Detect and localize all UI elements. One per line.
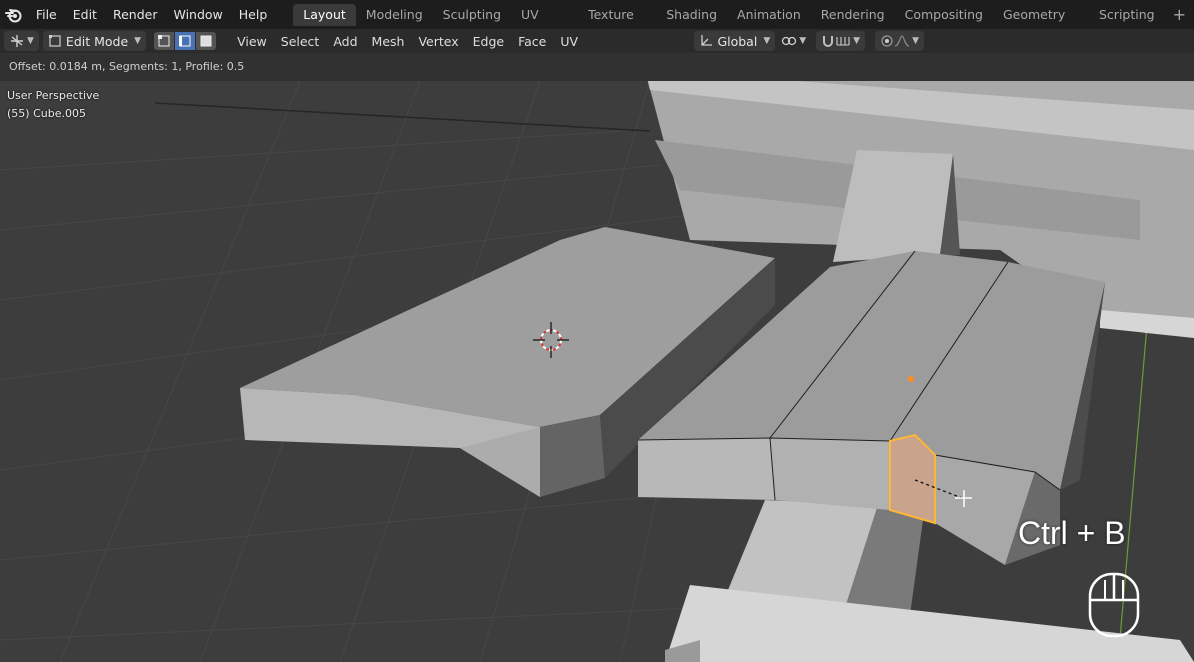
workspace-tabs: Layout Modeling Sculpting UV Editing Tex… bbox=[293, 3, 1194, 44]
mouse-icon bbox=[1088, 572, 1140, 638]
menu-vertex[interactable]: Vertex bbox=[411, 34, 465, 49]
menu-add[interactable]: Add bbox=[326, 34, 364, 49]
operator-info-text: Offset: 0.0184 m, Segments: 1, Profile: … bbox=[9, 60, 245, 73]
viewport-header: ▼ Edit Mode ▼ View Select Add Mesh Verte… bbox=[0, 29, 1194, 53]
shortcut-overlay: Ctrl + B bbox=[1018, 515, 1126, 551]
edge-select-icon bbox=[179, 35, 191, 47]
bevel-selected-face bbox=[889, 433, 936, 525]
transform-orientation-dropdown[interactable]: Global ▼ bbox=[694, 31, 776, 51]
tab-layout[interactable]: Layout bbox=[293, 3, 356, 26]
orientation-axes-icon bbox=[701, 35, 713, 46]
mode-label: Edit Mode bbox=[65, 33, 129, 49]
add-workspace-icon[interactable]: + bbox=[1165, 5, 1194, 24]
tab-uv-editing[interactable]: UV Editing bbox=[511, 4, 578, 44]
face-select-icon bbox=[200, 35, 212, 47]
falloff-curve-icon bbox=[894, 35, 910, 47]
chevron-down-icon: ▼ bbox=[763, 36, 771, 46]
menu-render[interactable]: Render bbox=[105, 0, 166, 29]
snap-increment-icon bbox=[836, 37, 850, 46]
tab-scripting[interactable]: Scripting bbox=[1089, 4, 1165, 26]
vertex-select-button[interactable] bbox=[154, 32, 176, 50]
tab-animation[interactable]: Animation bbox=[727, 4, 811, 26]
top-bar: File Edit Render Window Help Layout Mode… bbox=[0, 0, 1194, 44]
chevron-down-icon: ▼ bbox=[134, 36, 142, 46]
chevron-down-icon: ▼ bbox=[799, 36, 807, 46]
face-select-button[interactable] bbox=[196, 32, 217, 50]
tab-texture-paint[interactable]: Texture Paint bbox=[578, 4, 656, 44]
operator-info-bar: Offset: 0.0184 m, Segments: 1, Profile: … bbox=[0, 53, 1194, 81]
edge-select-button[interactable] bbox=[175, 32, 197, 50]
3d-viewport[interactable] bbox=[0, 81, 1194, 662]
vertex-select-icon bbox=[158, 35, 170, 47]
object-origin-icon bbox=[908, 376, 914, 382]
menu-window[interactable]: Window bbox=[165, 0, 230, 29]
editor-type-dropdown[interactable]: ▼ bbox=[4, 31, 39, 51]
mode-dropdown[interactable]: Edit Mode ▼ bbox=[42, 31, 147, 51]
viewport-info: User Perspective (55) Cube.005 bbox=[7, 87, 99, 123]
proportional-editing-toggle[interactable]: ▼ bbox=[875, 31, 924, 51]
chevron-down-icon: ▼ bbox=[853, 36, 861, 46]
select-mode-group bbox=[154, 32, 217, 50]
tab-modeling[interactable]: Modeling bbox=[356, 4, 433, 26]
blender-logo-icon[interactable] bbox=[0, 0, 28, 29]
menu-select[interactable]: Select bbox=[274, 34, 327, 49]
edit-mode-icon bbox=[48, 35, 61, 47]
menu-mesh[interactable]: Mesh bbox=[365, 34, 412, 49]
tab-geometry-nodes[interactable]: Geometry Nodes bbox=[993, 4, 1089, 44]
tab-rendering[interactable]: Rendering bbox=[811, 4, 895, 26]
pivot-point-dropdown[interactable]: ▼ bbox=[781, 31, 806, 51]
transform-gizmo-icon bbox=[11, 35, 23, 47]
menu-file[interactable]: File bbox=[28, 0, 65, 29]
tab-compositing[interactable]: Compositing bbox=[895, 4, 993, 26]
menu-uv[interactable]: UV bbox=[553, 34, 585, 49]
header-tools: Global ▼ ▼ ▼ ▼ bbox=[690, 31, 924, 51]
snap-toggle[interactable]: ▼ bbox=[816, 31, 866, 51]
menu-edge[interactable]: Edge bbox=[466, 34, 511, 49]
magnet-icon bbox=[823, 36, 834, 47]
menu-view[interactable]: View bbox=[230, 34, 274, 49]
menu-edit[interactable]: Edit bbox=[65, 0, 105, 29]
menu-help[interactable]: Help bbox=[231, 0, 276, 29]
view-name: User Perspective bbox=[7, 89, 100, 102]
orientation-label: Global bbox=[717, 33, 758, 49]
chevron-down-icon: ▼ bbox=[27, 36, 34, 46]
tab-sculpting[interactable]: Sculpting bbox=[433, 4, 511, 26]
pivot-link-icon bbox=[782, 36, 797, 46]
tab-shading[interactable]: Shading bbox=[656, 4, 727, 26]
proportional-editing-icon bbox=[881, 35, 893, 47]
object-name: (55) Cube.005 bbox=[7, 107, 86, 120]
chevron-down-icon: ▼ bbox=[912, 36, 919, 46]
menu-face[interactable]: Face bbox=[511, 34, 553, 49]
